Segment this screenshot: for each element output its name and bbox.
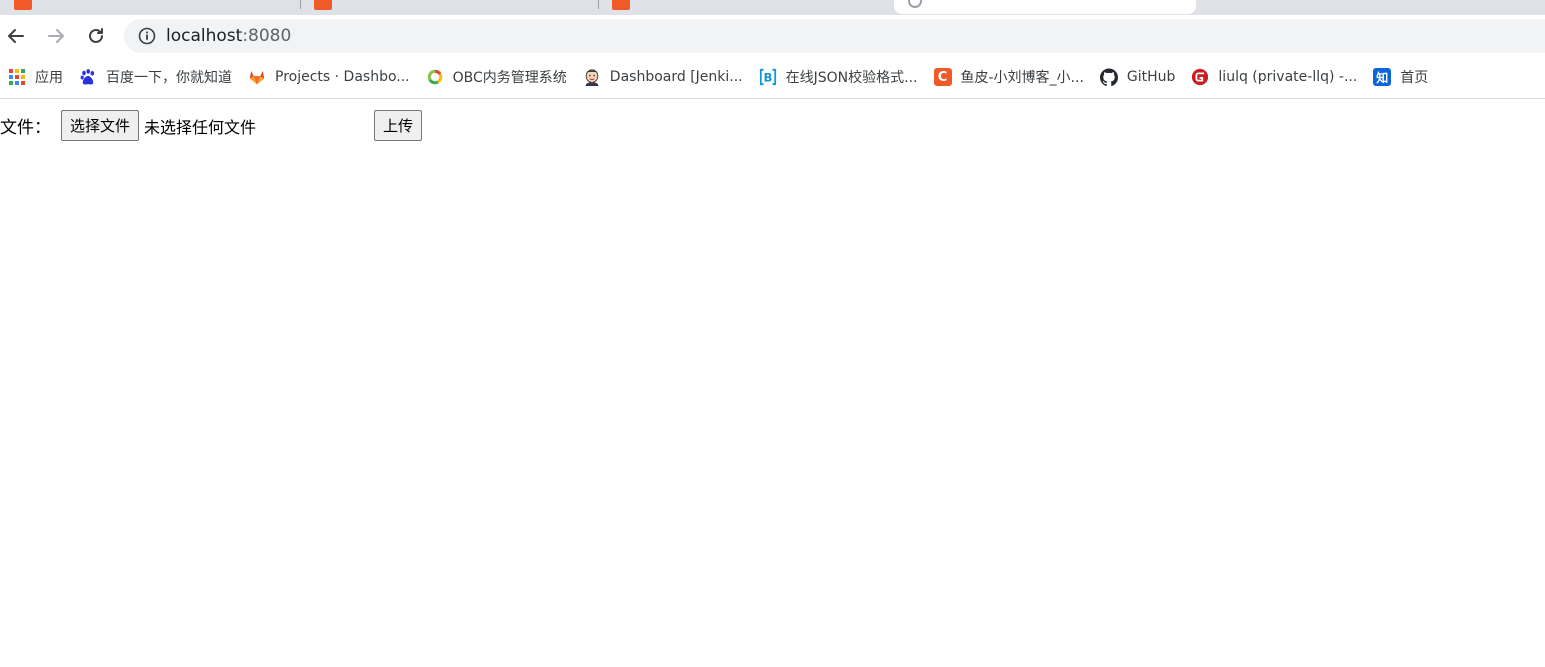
forward-button[interactable] [42,22,70,50]
address-bar[interactable]: localhost:8080 [124,19,1545,53]
page-content: 文件： 选择文件 未选择任何文件 上传 [0,100,1545,667]
bookmark-gitee[interactable]: liulq (private-llq) -... [1183,62,1365,92]
bookmark-label: OBC内务管理系统 [452,70,567,86]
bookmark-label: 在线JSON校验格式... [785,70,918,86]
choose-file-button[interactable]: 选择文件 [61,110,140,141]
browser-tab[interactable] [0,0,300,14]
reload-button[interactable] [82,22,110,50]
browser-tab-active[interactable] [894,0,1196,14]
svg-text:B: B [763,71,772,85]
new-tab-area[interactable] [1196,0,1545,14]
no-file-selected-text: 未选择任何文件 [144,117,257,137]
csdn-c-icon: C [933,68,952,86]
bookmark-label: 首页 [1400,70,1429,86]
bookmark-zhihu[interactable]: 知 首页 [1365,62,1436,92]
json-bracket-icon: B [759,68,777,86]
browser-toolbar: localhost:8080 [0,15,1545,56]
bookmark-label: GitHub [1126,69,1176,85]
bookmark-label: 百度一下，你就知道 [106,70,232,86]
bookmark-json[interactable]: B 在线JSON校验格式... [751,62,926,92]
gitee-g-icon [1191,68,1209,86]
upload-button[interactable]: 上传 [374,110,423,141]
info-icon[interactable] [138,27,156,45]
tab-favicon-icon [14,0,32,10]
loading-spinner-icon [908,0,922,8]
bookmark-label: Projects · Dashbo... [275,69,410,85]
bookmark-obc[interactable]: OBC内务管理系统 [418,62,575,92]
bookmark-jenkins[interactable]: Dashboard [Jenki... [575,62,751,92]
bookmark-gitlab[interactable]: Projects · Dashbo... [240,62,418,92]
baidu-paw-icon [79,68,97,86]
bookmark-label: 鱼皮-小刘博客_小... [960,70,1084,86]
github-octocat-icon [1099,68,1118,86]
url-port: :8080 [242,26,292,46]
jenkins-butler-icon [583,68,601,86]
tab-strip [0,0,1545,15]
bookmark-csdn[interactable]: C 鱼皮-小刘博客_小... [926,62,1092,92]
file-label: 文件： [0,118,51,138]
url-host: localhost [166,26,243,46]
browser-tab[interactable] [300,0,600,14]
bookmarks-bar: 应用 百度一下，你就知道 Projects · Dashbo... OBC内务管… [0,56,1545,99]
arrow-right-icon [48,28,64,43]
browser-tab[interactable] [598,0,894,14]
bookmark-label: liulq (private-llq) -... [1218,69,1358,85]
bookmark-label: 应用 [35,70,63,86]
arrow-left-icon [8,28,24,43]
obc-ring-icon [426,68,444,86]
tab-favicon-icon [612,0,630,10]
back-button[interactable] [2,22,30,50]
bookmark-baidu[interactable]: 百度一下，你就知道 [71,62,240,92]
reload-icon [89,27,103,43]
bookmark-github[interactable]: GitHub [1092,62,1184,92]
upload-form: 文件： 选择文件 未选择任何文件 上传 [0,110,423,141]
apps-grid-icon [8,68,26,86]
gitlab-fox-icon [248,68,266,86]
zhihu-icon: 知 [1373,68,1392,86]
bookmark-apps[interactable]: 应用 [0,62,71,92]
bookmark-label: Dashboard [Jenki... [609,69,743,85]
tab-favicon-icon [314,0,332,10]
